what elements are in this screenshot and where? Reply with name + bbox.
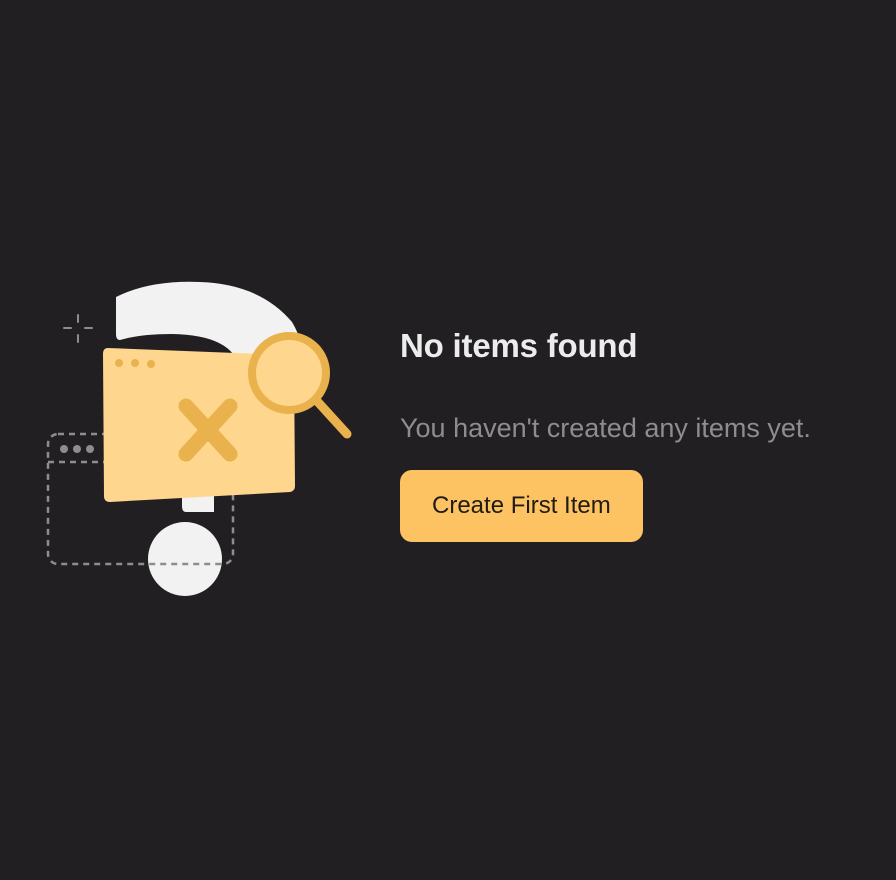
- empty-state-title: No items found: [400, 327, 638, 364]
- empty-state-illustration: [46, 281, 352, 596]
- sparkle-icon: [63, 314, 93, 343]
- empty-state-content: No items found You haven't created any i…: [400, 322, 880, 542]
- empty-state-message: You haven't created any items yet.: [400, 413, 811, 443]
- empty-state-page: No items found You haven't created any i…: [0, 0, 896, 880]
- create-first-item-button[interactable]: Create First Item: [400, 470, 643, 542]
